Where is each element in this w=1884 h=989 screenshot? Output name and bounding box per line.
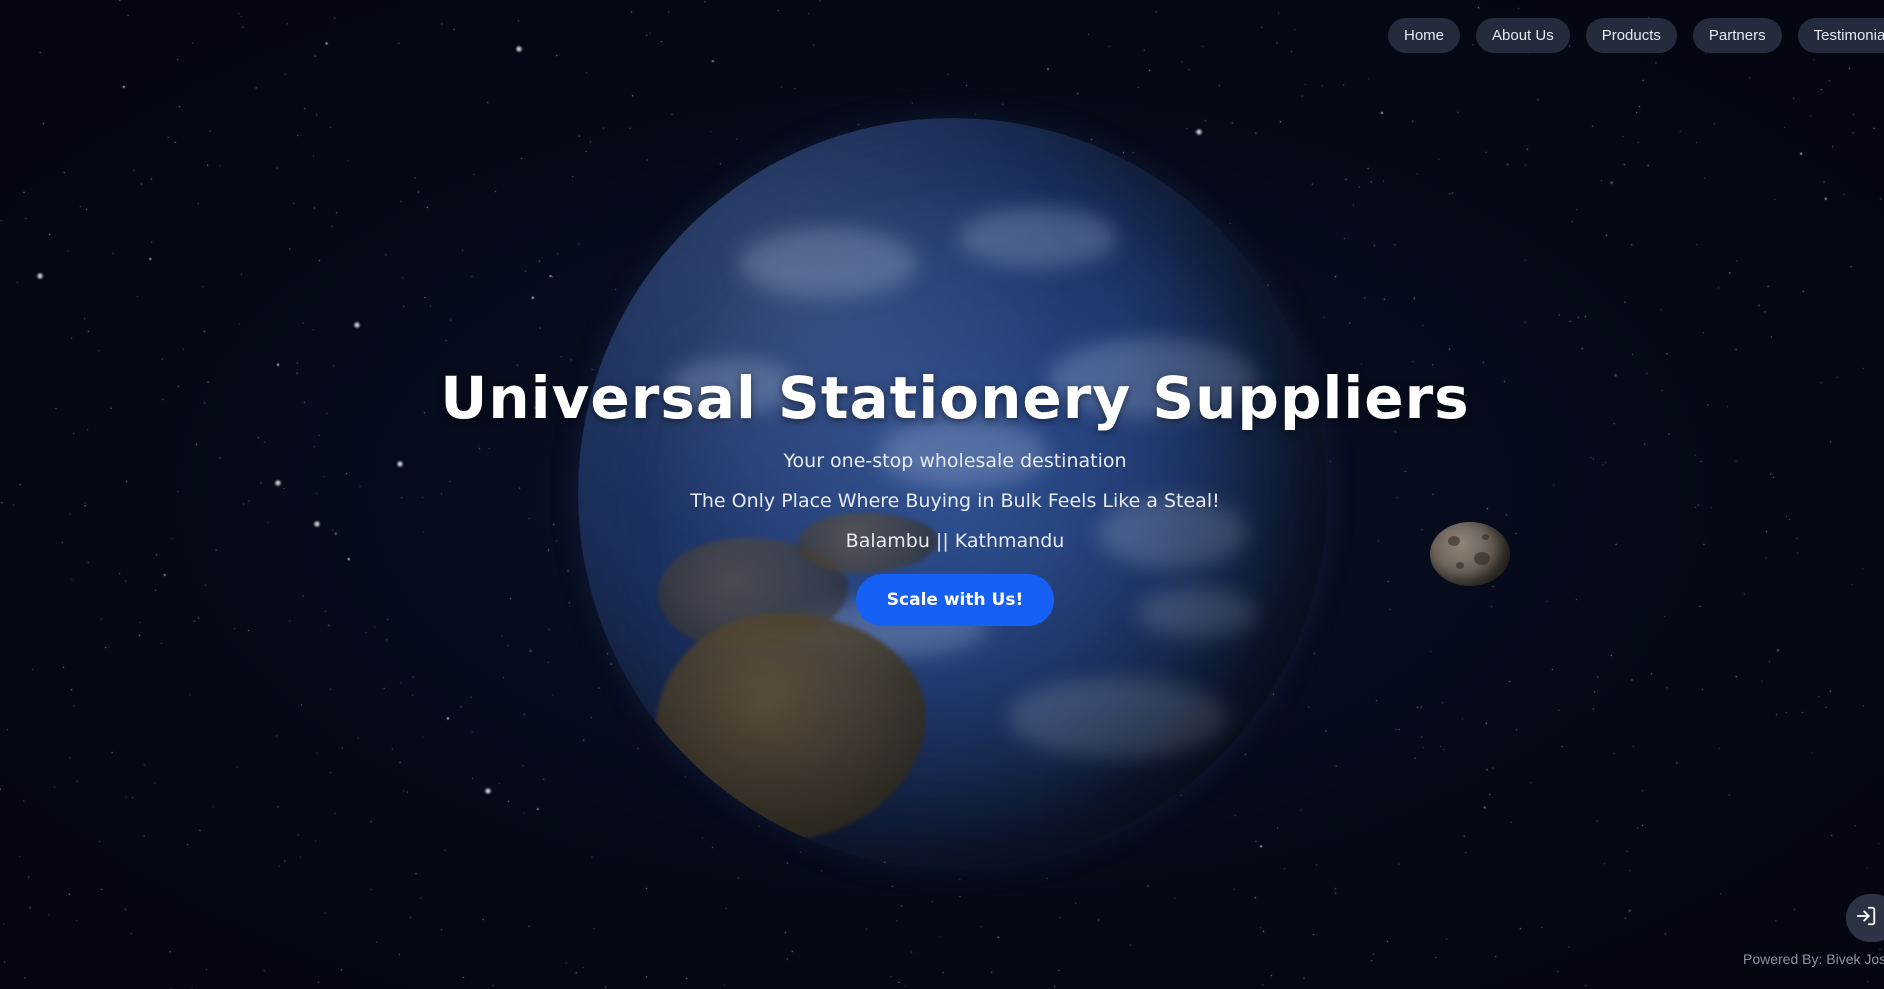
hero-title: Universal Stationery Suppliers bbox=[440, 364, 1470, 432]
nav-home-button[interactable]: Home bbox=[1388, 18, 1461, 53]
nav-products-button[interactable]: Products bbox=[1585, 18, 1677, 53]
hero-section: Universal Stationery Suppliers Your one-… bbox=[0, 355, 1884, 626]
top-nav: Home About Us Products Partners Testimon… bbox=[1388, 18, 1884, 53]
hero-slogan: The Only Place Where Buying in Bulk Feel… bbox=[690, 490, 1220, 512]
scale-with-us-button[interactable]: Scale with Us! bbox=[855, 574, 1055, 626]
hero-stage: Home About Us Products Partners Testimon… bbox=[0, 0, 1884, 989]
nav-about-button[interactable]: About Us bbox=[1476, 18, 1570, 53]
hero-tagline: Your one-stop wholesale destination bbox=[783, 450, 1127, 472]
nav-partners-button[interactable]: Partners bbox=[1692, 18, 1782, 53]
sign-in-icon bbox=[1856, 905, 1877, 931]
nav-testimonials-button[interactable]: Testimonials bbox=[1797, 18, 1884, 53]
powered-by-credit: Powered By: Bivek Jos bbox=[1743, 951, 1884, 967]
hero-location: Balambu || Kathmandu bbox=[845, 530, 1065, 552]
